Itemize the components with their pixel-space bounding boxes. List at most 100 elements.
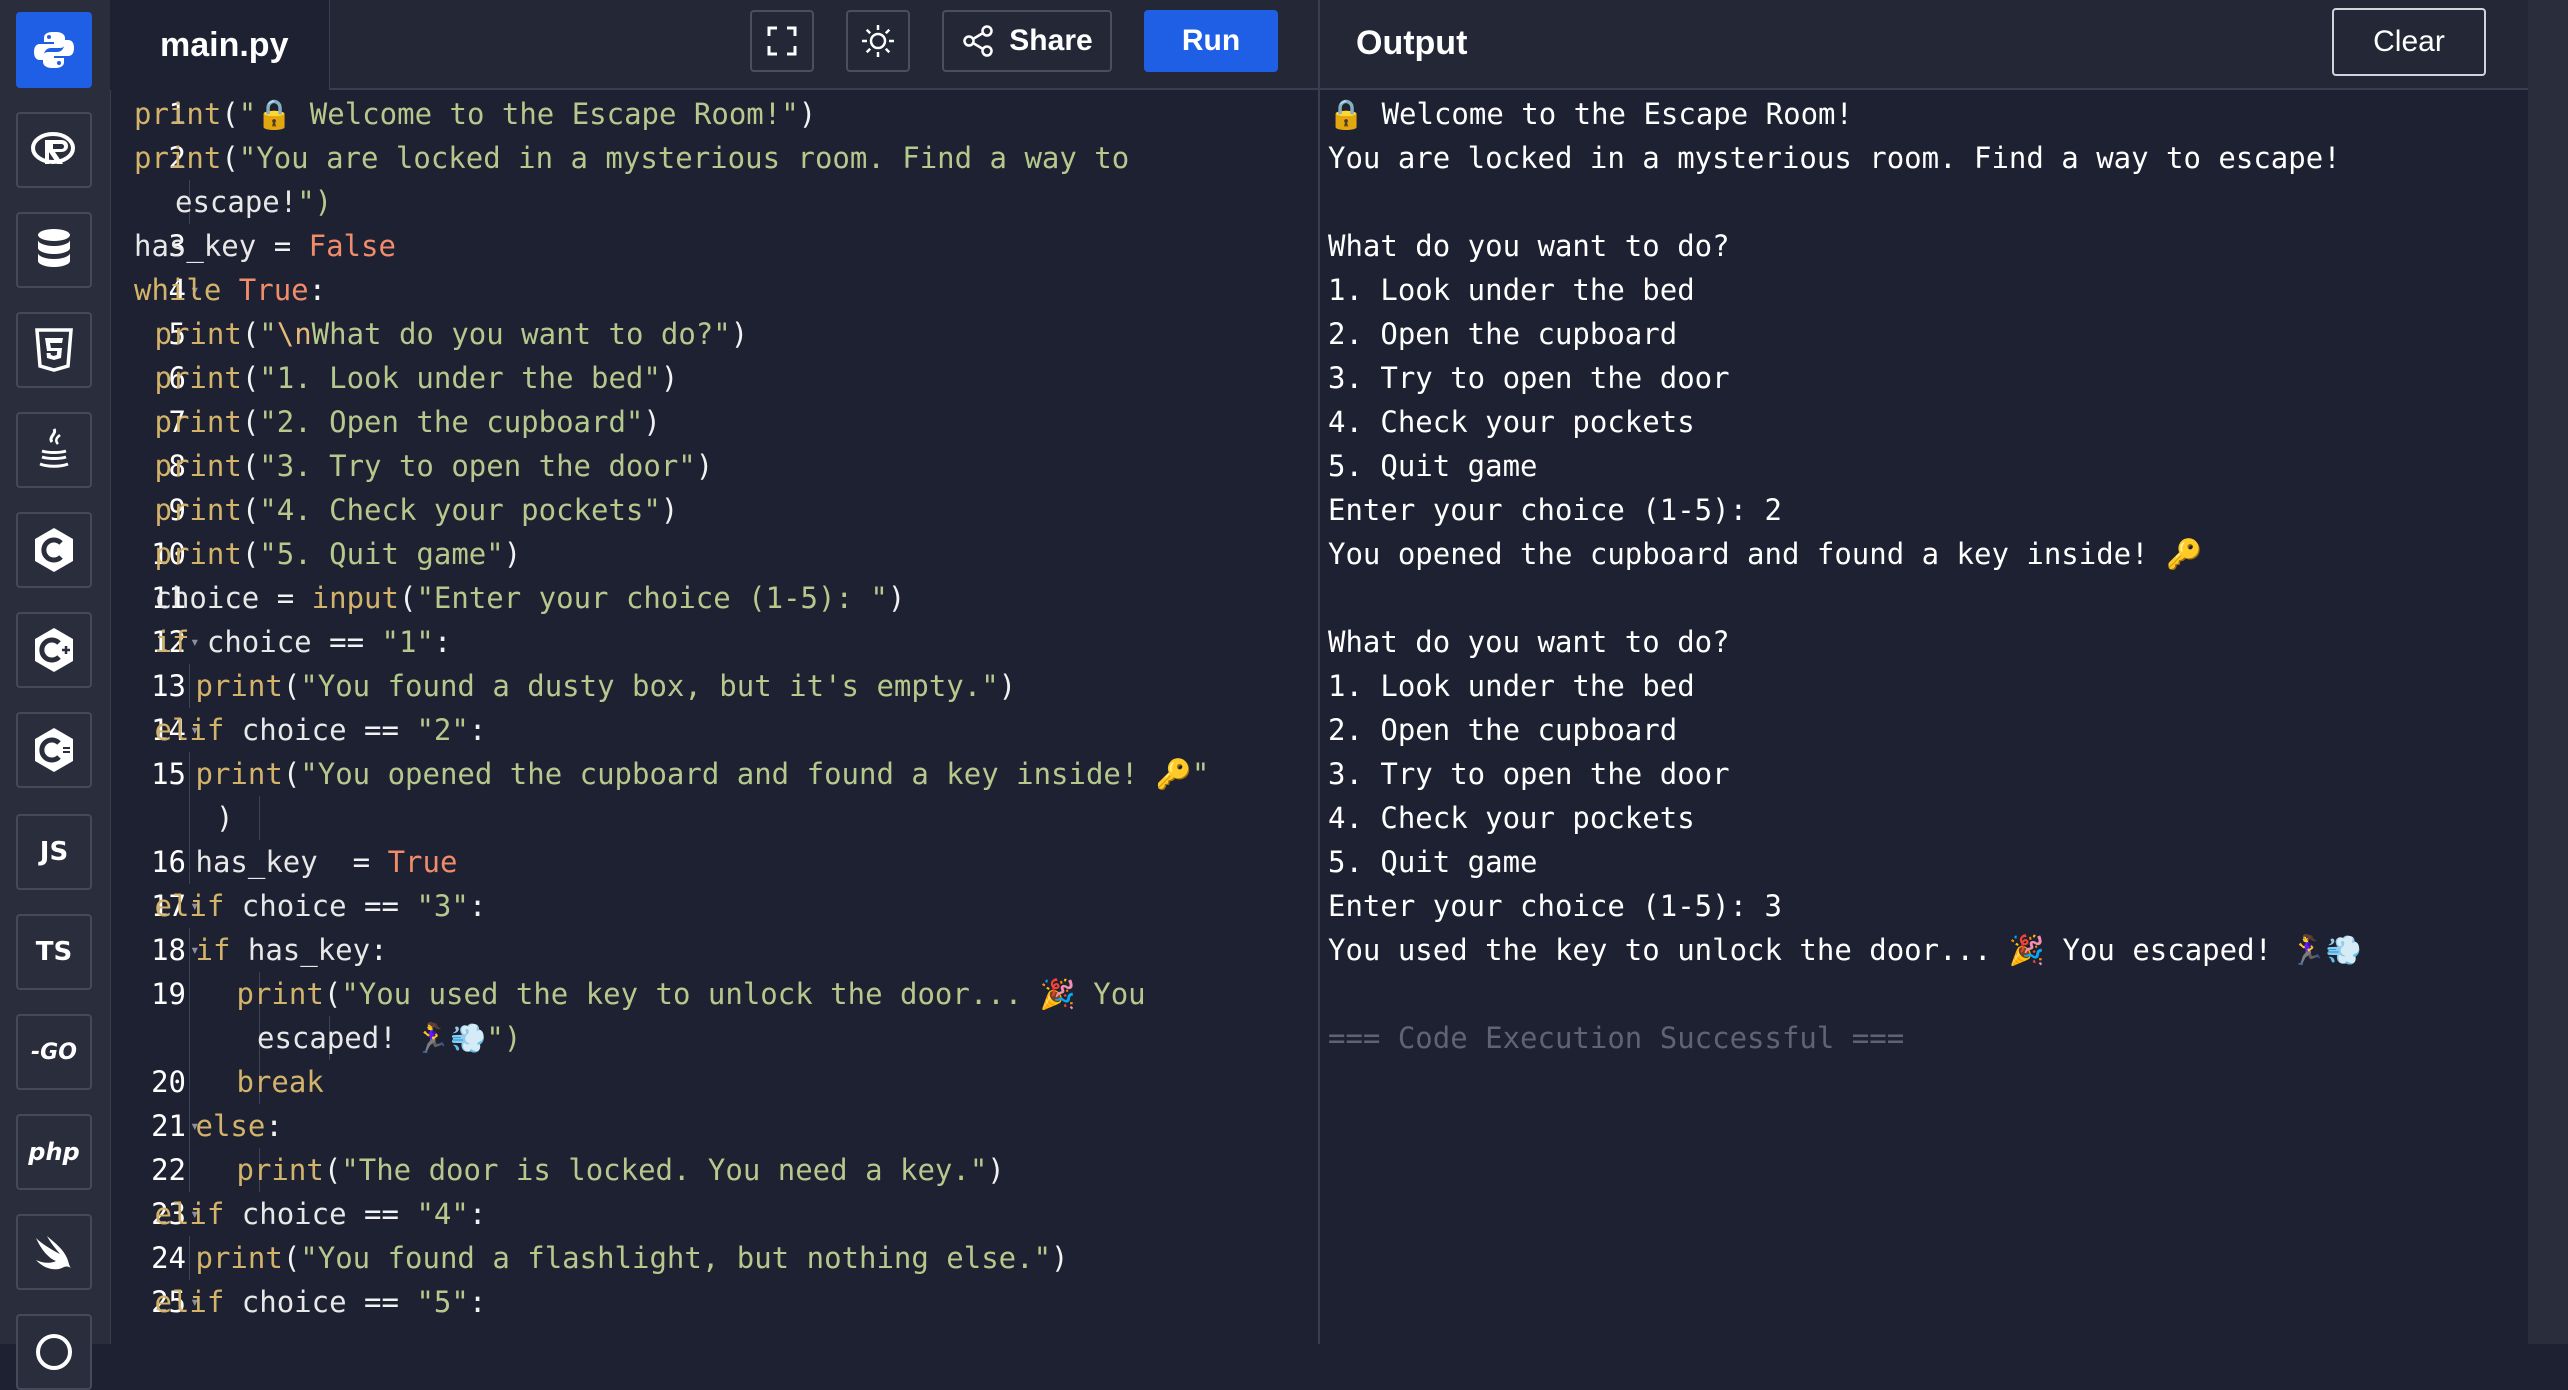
code-text: ) — [216, 801, 234, 835]
code-line[interactable]: 22 print("The door is locked. You need a … — [110, 1148, 1318, 1192]
code-text: elif choice == "4": — [154, 1197, 487, 1231]
code-line[interactable]: escaped! 🏃‍♀️💨") — [110, 1016, 1318, 1060]
sidebar-item-r[interactable] — [16, 112, 92, 188]
code-line[interactable]: 17 ▾ elif choice == "3": — [110, 884, 1318, 928]
code-line[interactable]: 3 has_key = False — [110, 224, 1318, 268]
code-line[interactable]: 18 ▾ if has_key: — [110, 928, 1318, 972]
sidebar-item-html[interactable] — [16, 312, 92, 388]
run-button[interactable]: Run — [1144, 10, 1278, 72]
csharp-icon — [35, 728, 73, 772]
line-number: 13 — [151, 669, 186, 703]
code-line[interactable]: 12 ▾ if choice == "1": — [110, 620, 1318, 664]
code-text: if choice == "1": — [154, 625, 452, 659]
output-line: You used the key to unlock the door... 🎉… — [1328, 933, 2362, 967]
output-line: 5. Quit game — [1328, 845, 1538, 879]
indent-guide — [188, 840, 190, 884]
share-label: Share — [1009, 24, 1093, 57]
code-text: print("You are locked in a mysterious ro… — [134, 141, 1130, 175]
code-text: print("4. Check your pockets") — [154, 493, 679, 527]
code-line[interactable]: 23 ▾ elif choice == "4": — [110, 1192, 1318, 1236]
sidebar-item-csharp[interactable] — [16, 712, 92, 788]
sidebar-item-ts[interactable]: TS — [16, 914, 92, 990]
code-line[interactable]: 21 ▾ else: — [110, 1104, 1318, 1148]
code-line[interactable]: 9 print("4. Check your pockets") — [110, 488, 1318, 532]
code-text: elif choice == "3": — [154, 889, 487, 923]
cpp-icon — [35, 628, 73, 672]
fullscreen-button[interactable] — [750, 10, 814, 72]
code-line[interactable]: 25 ▾ elif choice == "5": — [110, 1280, 1318, 1324]
file-tab[interactable]: main.py — [110, 0, 330, 90]
output-header: Output Clear — [1320, 0, 2528, 90]
code-line[interactable]: 8 print("3. Try to open the door") — [110, 444, 1318, 488]
code-line[interactable]: 4 ▾ while True: — [110, 268, 1318, 312]
code-text: escaped! 🏃‍♀️💨") — [257, 1021, 522, 1055]
code-line[interactable]: 7 print("2. Open the cupboard") — [110, 400, 1318, 444]
sidebar-item-swift[interactable] — [16, 1214, 92, 1290]
swift-icon — [36, 1236, 71, 1270]
code-text: while True: — [134, 273, 327, 307]
code-line[interactable]: 16 has_key = True — [110, 840, 1318, 884]
code-text: has_key = True — [195, 845, 458, 879]
code-line[interactable]: 19 print("You used the key to unlock the … — [110, 972, 1318, 1016]
sidebar-item-sql[interactable] — [16, 212, 92, 288]
code-line[interactable]: 15 print("You opened the cupboard and fou… — [110, 752, 1318, 796]
code-text: elif choice == "2": — [154, 713, 487, 747]
code-text: print("3. Try to open the door") — [154, 449, 714, 483]
clear-button[interactable]: Clear — [2332, 8, 2486, 76]
code-line[interactable]: ) — [110, 796, 1318, 840]
share-button[interactable]: Share — [942, 10, 1112, 72]
indent-guide — [188, 1060, 190, 1104]
sun-icon — [862, 25, 894, 57]
code-text: print("You used the key to unlock the do… — [236, 977, 1146, 1011]
java-icon — [39, 428, 69, 468]
output-line: What do you want to do? — [1328, 229, 1730, 263]
output-title: Output — [1356, 24, 1468, 62]
language-sidebar: JS TS -GO php — [0, 0, 111, 1390]
indent-guide — [188, 928, 190, 972]
code-text: print("The door is locked. You need a ke… — [236, 1153, 1005, 1187]
sidebar-item-go[interactable]: -GO — [16, 1014, 92, 1090]
indent-guide — [188, 1236, 190, 1280]
output-line: 4. Check your pockets — [1328, 801, 1695, 835]
sidebar-item-rust[interactable] — [16, 1314, 92, 1390]
code-line[interactable]: 10 print("5. Quit game") — [110, 532, 1318, 576]
theme-toggle-button[interactable] — [846, 10, 910, 72]
code-line[interactable]: escape!") — [110, 180, 1318, 224]
code-text: escape!") — [175, 185, 333, 219]
fullscreen-icon — [767, 26, 797, 56]
code-line[interactable]: 1 print("🔒 Welcome to the Escape Room!") — [110, 92, 1318, 136]
line-number: 15 — [151, 757, 186, 791]
indent-guide — [188, 1148, 190, 1192]
sidebar-item-java[interactable] — [16, 412, 92, 488]
output-line: You are locked in a mysterious room. Fin… — [1328, 141, 2341, 175]
sidebar-item-cpp[interactable] — [16, 612, 92, 688]
code-line[interactable]: 11 choice = input("Enter your choice (1-5… — [110, 576, 1318, 620]
indent-guide — [188, 1016, 190, 1060]
output-line: 4. Check your pockets — [1328, 405, 1695, 439]
code-line[interactable]: 5 print("\nWhat do you want to do?") — [110, 312, 1318, 356]
code-editor[interactable]: 1 print("🔒 Welcome to the Escape Room!") 2… — [110, 90, 1318, 1344]
code-line[interactable]: 14 ▾ elif choice == "2": — [110, 708, 1318, 752]
code-text: print("You found a dusty box, but it's e… — [195, 669, 1017, 703]
code-line[interactable]: 24 print("You found a flashlight, but not… — [110, 1236, 1318, 1280]
scrollbar-gutter[interactable] — [2528, 0, 2568, 1344]
code-text: print("You found a flashlight, but nothi… — [195, 1241, 1069, 1275]
sidebar-item-php[interactable]: php — [16, 1114, 92, 1190]
code-line[interactable]: 13 print("You found a dusty box, but it's… — [110, 664, 1318, 708]
code-line[interactable]: 6 print("1. Look under the bed") — [110, 356, 1318, 400]
output-line: 1. Look under the bed — [1328, 273, 1695, 307]
code-line[interactable]: 20 break — [110, 1060, 1318, 1104]
output-line: 3. Try to open the door — [1328, 361, 1730, 395]
output-line: Enter your choice (1-5): 3 — [1328, 889, 1782, 923]
line-number: 18 — [151, 933, 186, 967]
code-text: print("\nWhat do you want to do?") — [154, 317, 749, 351]
indent-guide — [188, 752, 190, 796]
code-line[interactable]: 2 print("You are locked in a mysterious r… — [110, 136, 1318, 180]
code-text: if has_key: — [195, 933, 388, 967]
output-console: 🔒 Welcome to the Escape Room! You are loc… — [1320, 90, 2528, 1344]
sidebar-item-c[interactable] — [16, 512, 92, 588]
sidebar-item-python[interactable] — [16, 12, 92, 88]
sidebar-item-js[interactable]: JS — [16, 814, 92, 890]
share-icon — [963, 25, 994, 57]
indent-guide — [188, 972, 190, 1016]
